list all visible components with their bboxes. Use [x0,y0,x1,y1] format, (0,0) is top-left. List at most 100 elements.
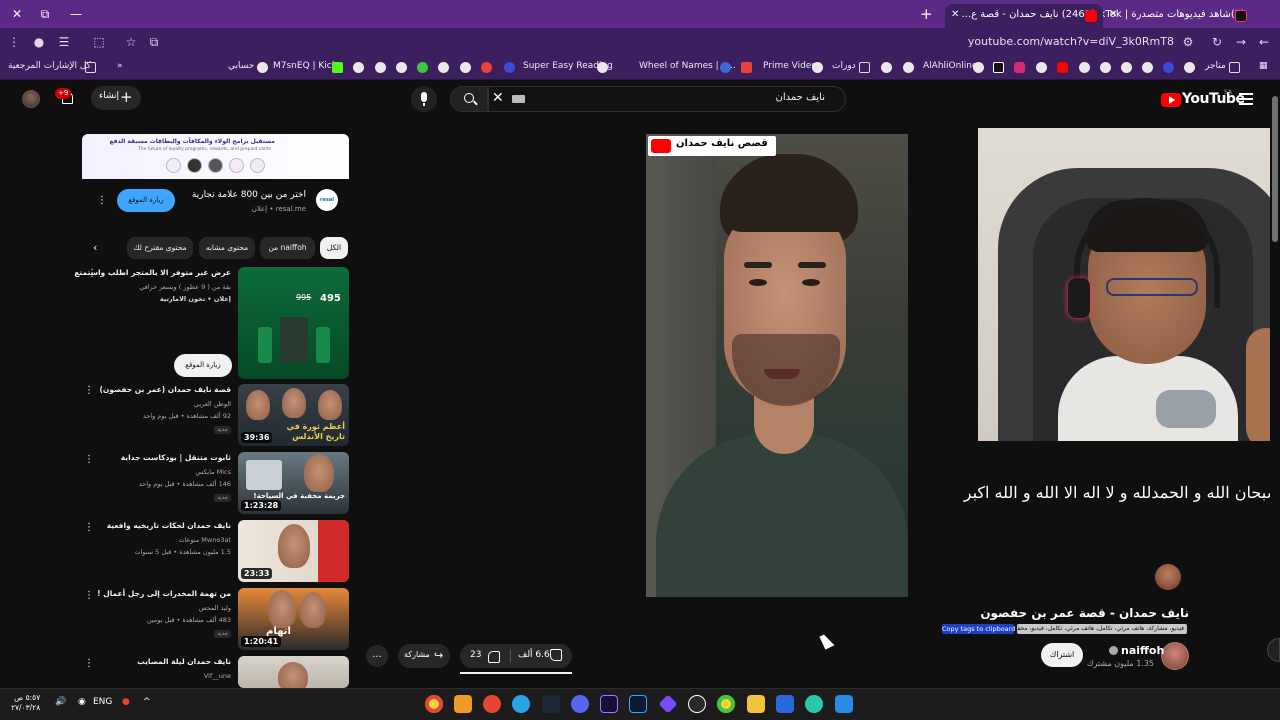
side-panel-toggle-button[interactable] [1267,638,1280,662]
bookmark-favicon-icon[interactable] [1142,62,1153,73]
voice-search-mic-icon[interactable] [411,86,437,112]
bookmark-favicon-icon[interactable] [881,62,892,73]
rec-menu-kebab-icon[interactable]: ⋮ [84,658,94,669]
bookmark-favicon-icon[interactable] [1121,62,1132,73]
steam-taskbar-icon[interactable] [542,695,560,713]
bookmark-dawrat[interactable]: دورات [832,61,856,71]
reload-icon[interactable]: ↻ [1209,34,1225,50]
bookmark-favicon-icon[interactable] [460,62,471,73]
search-button[interactable] [450,86,488,112]
rec-title[interactable]: ثابوت متنقل | بودكاست جداية [121,453,231,462]
restore-window-icon[interactable]: ⧉ [37,6,53,22]
store-taskbar-icon[interactable] [776,695,794,713]
create-button[interactable]: إنشاء [91,86,141,110]
chips-scroll-left-icon[interactable]: ‹ [93,241,97,254]
premiere-taskbar-icon[interactable] [600,695,618,713]
bookmark-favicon-icon[interactable] [1100,62,1111,73]
clear-search-icon[interactable]: ✕ [492,90,504,106]
telegram-taskbar-icon[interactable] [512,695,530,713]
bookmark-alahli[interactable]: AlAhliOnline [923,61,978,71]
page-scrollbar[interactable] [1270,82,1280,688]
bookmark-favicon-icon[interactable] [396,62,407,73]
bookmark-favicon-icon[interactable] [375,62,386,73]
rec-channel[interactable]: وليد المحص [199,604,231,612]
like-count[interactable]: 6.6 ألف [518,650,550,660]
forward-icon[interactable]: ← [1256,34,1272,50]
rec-channel[interactable]: Mwno3at منوعات [178,536,231,544]
app-taskbar-icon[interactable] [483,695,501,713]
rec-channel[interactable]: الوطن العربي [194,400,231,408]
rec-thumbnail-ad[interactable]: 995 495 [238,267,349,379]
bookmark-hesabi[interactable]: حسابي [228,61,254,71]
file-explorer-taskbar-icon[interactable] [747,695,765,713]
bookmark-favicon-icon[interactable] [741,62,752,73]
rec-thumbnail[interactable]: أعظم ثورة في تاريخ الأندلس 39:36 [238,384,349,446]
rec-title[interactable]: نايف حمدان ليلة المصايب [137,657,231,666]
share-button[interactable]: مشاركة ↪ [398,644,450,668]
keyboard-icon[interactable] [512,95,525,103]
ad-visit-site-button[interactable]: زيارة الموقع [117,189,175,212]
bookmark-favicon-icon[interactable] [504,62,515,73]
bookmark-favicon-icon[interactable] [438,62,449,73]
ad-visit-site-button[interactable]: زيارة الموقع [174,354,232,377]
taskbar-clock[interactable]: ٥:٥٧ ص ٢٧/٠٣/٢٨ [11,693,40,713]
downloads-icon[interactable]: ⬚ [91,34,107,50]
mic-tray-icon[interactable]: ● [122,697,130,707]
rec-menu-kebab-icon[interactable]: ⋮ [84,522,94,533]
rec-title[interactable]: من تهمة المخدرات إلى رجل أعمال ! [97,589,231,598]
bookmark-favicon-icon[interactable] [353,62,364,73]
bookmark-star-icon[interactable]: ☆ [123,34,139,50]
chevron-double-icon[interactable]: » [117,61,123,71]
obs-taskbar-icon[interactable] [688,695,706,713]
chip-recommended[interactable]: محتوى مقترح لك [127,237,193,259]
youtube-logo-icon[interactable] [1161,93,1181,107]
bookmark-favicon-icon[interactable] [1079,62,1090,73]
rec-thumbnail[interactable] [238,656,349,688]
channel-name[interactable]: naiffoh [1121,644,1164,657]
copy-tags-button[interactable]: Copy tags to clipboard [942,624,1015,634]
network-icon[interactable]: ◉ [78,697,86,707]
video-player[interactable] [646,134,908,597]
rec-title[interactable]: نايف حمدان لحكات تاريخيه وافعية [107,521,231,530]
scrollbar-thumb[interactable] [1272,96,1278,242]
subscribe-button[interactable]: اشتراك [1041,643,1083,667]
browser-menu-kebab-icon[interactable]: ⋮ [6,34,22,50]
vlc-taskbar-icon[interactable] [454,695,472,713]
install-app-icon[interactable]: ⧉ [146,34,162,50]
rec-thumbnail[interactable]: جريمة مخفية في السياحة! 1:23:28 [238,452,349,514]
input-language[interactable]: ENG [93,697,112,707]
rec-menu-kebab-icon[interactable]: ⋮ [84,590,94,601]
tab-tiktok[interactable]: ✕ (2)شاهد فيديوهات متصدرة | TikTok [1103,4,1253,28]
close-tab-icon[interactable]: ✕ [951,9,959,20]
youtube-icon[interactable] [1057,62,1068,73]
close-window-icon[interactable]: ✕ [9,6,25,22]
bookmark-prime-video[interactable]: Prime Video [763,61,817,71]
rec-menu-kebab-icon[interactable]: ⋮ [84,454,94,465]
profile-avatar-icon[interactable]: ● [31,34,47,50]
discord-taskbar-icon[interactable] [571,695,589,713]
windows-start-icon[interactable] [835,695,853,713]
dislike-count[interactable]: 23 [470,650,481,660]
site-settings-icon[interactable]: ⚙ [1180,34,1196,50]
extensions-icon[interactable]: ☰ [56,34,72,50]
edge-taskbar-icon[interactable] [805,695,823,713]
rec-channel[interactable]: Mics مايكس [195,468,231,476]
rec-thumbnail[interactable]: اتهام 1:20:41 [238,588,349,650]
rec-menu-kebab-icon[interactable]: ⋮ [84,385,94,396]
chip-from-channel[interactable]: من naiffoh [260,237,315,259]
ad-banner-image[interactable]: مستقبل برامج الولاء والمكافآت والبطاقات … [82,134,349,179]
bookmark-favicon-icon[interactable] [1036,62,1047,73]
new-tab-plus-icon[interactable]: + [920,5,933,23]
bookmark-kick[interactable]: M7snEQ | Kick [273,61,337,71]
chrome-taskbar-icon[interactable] [717,695,735,713]
bookmark-matajer[interactable]: متاجر [1205,61,1226,71]
tab-youtube-video[interactable]: ✕ (2465) نايف حمدان - قصة ع... [945,4,1103,28]
close-tab-icon[interactable]: ✕ [1109,9,1117,20]
minimize-window-icon[interactable]: — [68,6,84,22]
tiktok-icon[interactable] [993,62,1004,73]
more-actions-button[interactable]: ... [366,645,388,667]
resal-logo-icon[interactable]: resal [316,189,338,211]
ad-menu-kebab-icon[interactable]: ⋮ [97,195,107,206]
url-text[interactable]: youtube.com/watch?v=diV_3k0RmT8 [968,35,1174,48]
channel-avatar[interactable] [1161,642,1189,670]
